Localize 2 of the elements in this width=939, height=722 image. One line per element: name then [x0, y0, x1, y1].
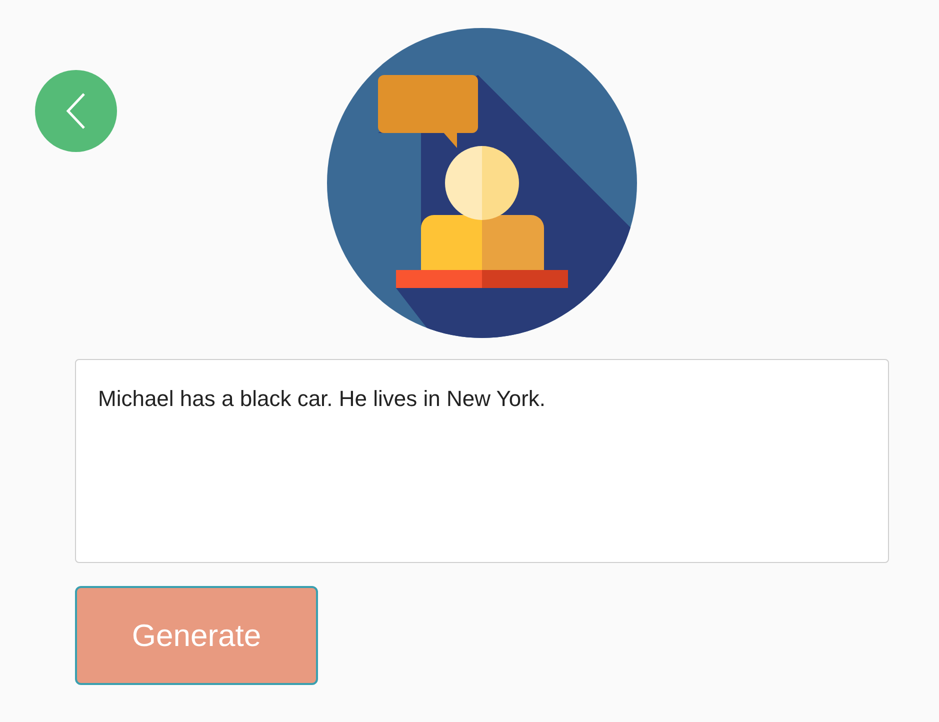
text-input-field[interactable]: Michael has a black car. He lives in New York. — [75, 359, 889, 563]
chevron-left-icon — [64, 91, 88, 131]
